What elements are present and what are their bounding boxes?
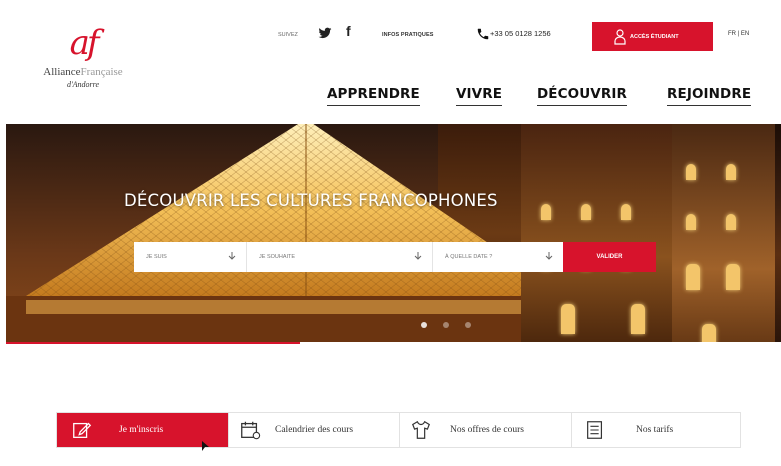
acces-etudiant-button[interactable]: ACCÈS ÉTUDIANT bbox=[592, 22, 713, 51]
student-icon bbox=[614, 28, 626, 45]
tab-tarifs[interactable]: Nos tarifs bbox=[572, 413, 740, 447]
arrow-down-icon bbox=[228, 252, 236, 260]
tab-tarifs-label: Nos tarifs bbox=[636, 425, 674, 435]
tab-offres[interactable]: Nos offres de cours bbox=[400, 413, 572, 447]
mouse-cursor-icon bbox=[202, 441, 209, 451]
course-search-form: JE SUIS JE SOUHAITE À QUELLE DATE ? VALI… bbox=[134, 242, 656, 272]
carousel-dot-3[interactable] bbox=[465, 322, 471, 328]
louvre-building-right bbox=[672, 124, 775, 342]
price-list-icon bbox=[587, 421, 603, 439]
arrow-down-icon bbox=[414, 252, 422, 260]
tab-offres-label: Nos offres de cours bbox=[450, 425, 524, 435]
nav-item-vivre[interactable]: VIVRE bbox=[456, 86, 503, 106]
je-souhaite-select[interactable]: JE SOUHAITE bbox=[247, 242, 433, 272]
twitter-icon[interactable] bbox=[318, 26, 332, 40]
louvre-pyramid-image bbox=[6, 124, 566, 342]
hero-accent-line bbox=[6, 342, 300, 344]
phone-icon bbox=[477, 28, 489, 40]
hero-banner: DÉCOUVRIR LES CULTURES FRANCOPHONES JE S… bbox=[6, 124, 781, 342]
carousel-dot-1[interactable] bbox=[421, 322, 427, 328]
arrow-down-icon bbox=[545, 252, 553, 260]
hero-title: DÉCOUVRIR LES CULTURES FRANCOPHONES bbox=[124, 191, 498, 210]
main-navigation: APPRENDRE VIVRE DÉCOUVRIR REJOINDRE bbox=[0, 86, 781, 106]
logo-name-alliance: Alliance bbox=[43, 66, 81, 78]
je-suis-select[interactable]: JE SUIS bbox=[134, 242, 247, 272]
top-utility-bar: SUIVEZ f INFOS PRATIQUES +33 05 0128 125… bbox=[270, 22, 781, 51]
valider-button[interactable]: VALIDER bbox=[563, 242, 656, 272]
edit-icon bbox=[73, 422, 92, 438]
date-select-value: À QUELLE DATE ? bbox=[445, 254, 493, 260]
carousel-dots bbox=[421, 322, 471, 328]
je-suis-select-value: JE SUIS bbox=[146, 254, 167, 260]
tab-inscription-label: Je m'inscris bbox=[119, 425, 164, 435]
logo-name: AllianceFrançaise bbox=[28, 66, 138, 78]
tab-calendrier-label: Calendrier des cours bbox=[275, 425, 354, 435]
phone-number[interactable]: +33 05 0128 1256 bbox=[490, 29, 551, 38]
follow-label: SUIVEZ bbox=[278, 32, 298, 38]
carousel-dot-2[interactable] bbox=[443, 322, 449, 328]
louvre-building-middle bbox=[521, 124, 673, 342]
logo-mark: af bbox=[69, 23, 100, 63]
tshirt-icon bbox=[412, 420, 430, 439]
calendar-icon bbox=[241, 421, 261, 440]
nav-item-rejoindre[interactable]: REJOINDRE bbox=[667, 86, 752, 106]
language-switcher[interactable]: FR | EN bbox=[728, 31, 749, 37]
logo-name-francaise: Française bbox=[80, 66, 123, 78]
date-select[interactable]: À QUELLE DATE ? bbox=[433, 242, 563, 272]
acces-etudiant-label: ACCÈS ÉTUDIANT bbox=[630, 33, 679, 40]
site-logo[interactable]: af AllianceFrançaise d'Andorre bbox=[28, 23, 138, 89]
je-souhaite-select-value: JE SOUHAITE bbox=[259, 254, 296, 260]
nav-item-apprendre[interactable]: APPRENDRE bbox=[327, 86, 420, 106]
tab-calendrier[interactable]: Calendrier des cours bbox=[229, 413, 400, 447]
quick-links-bar: Je m'inscris Calendrier des cours Nos of… bbox=[56, 412, 741, 448]
facebook-icon[interactable]: f bbox=[346, 23, 351, 39]
infos-pratiques-link[interactable]: INFOS PRATIQUES bbox=[382, 32, 434, 38]
nav-item-decouvrir[interactable]: DÉCOUVRIR bbox=[537, 86, 627, 106]
